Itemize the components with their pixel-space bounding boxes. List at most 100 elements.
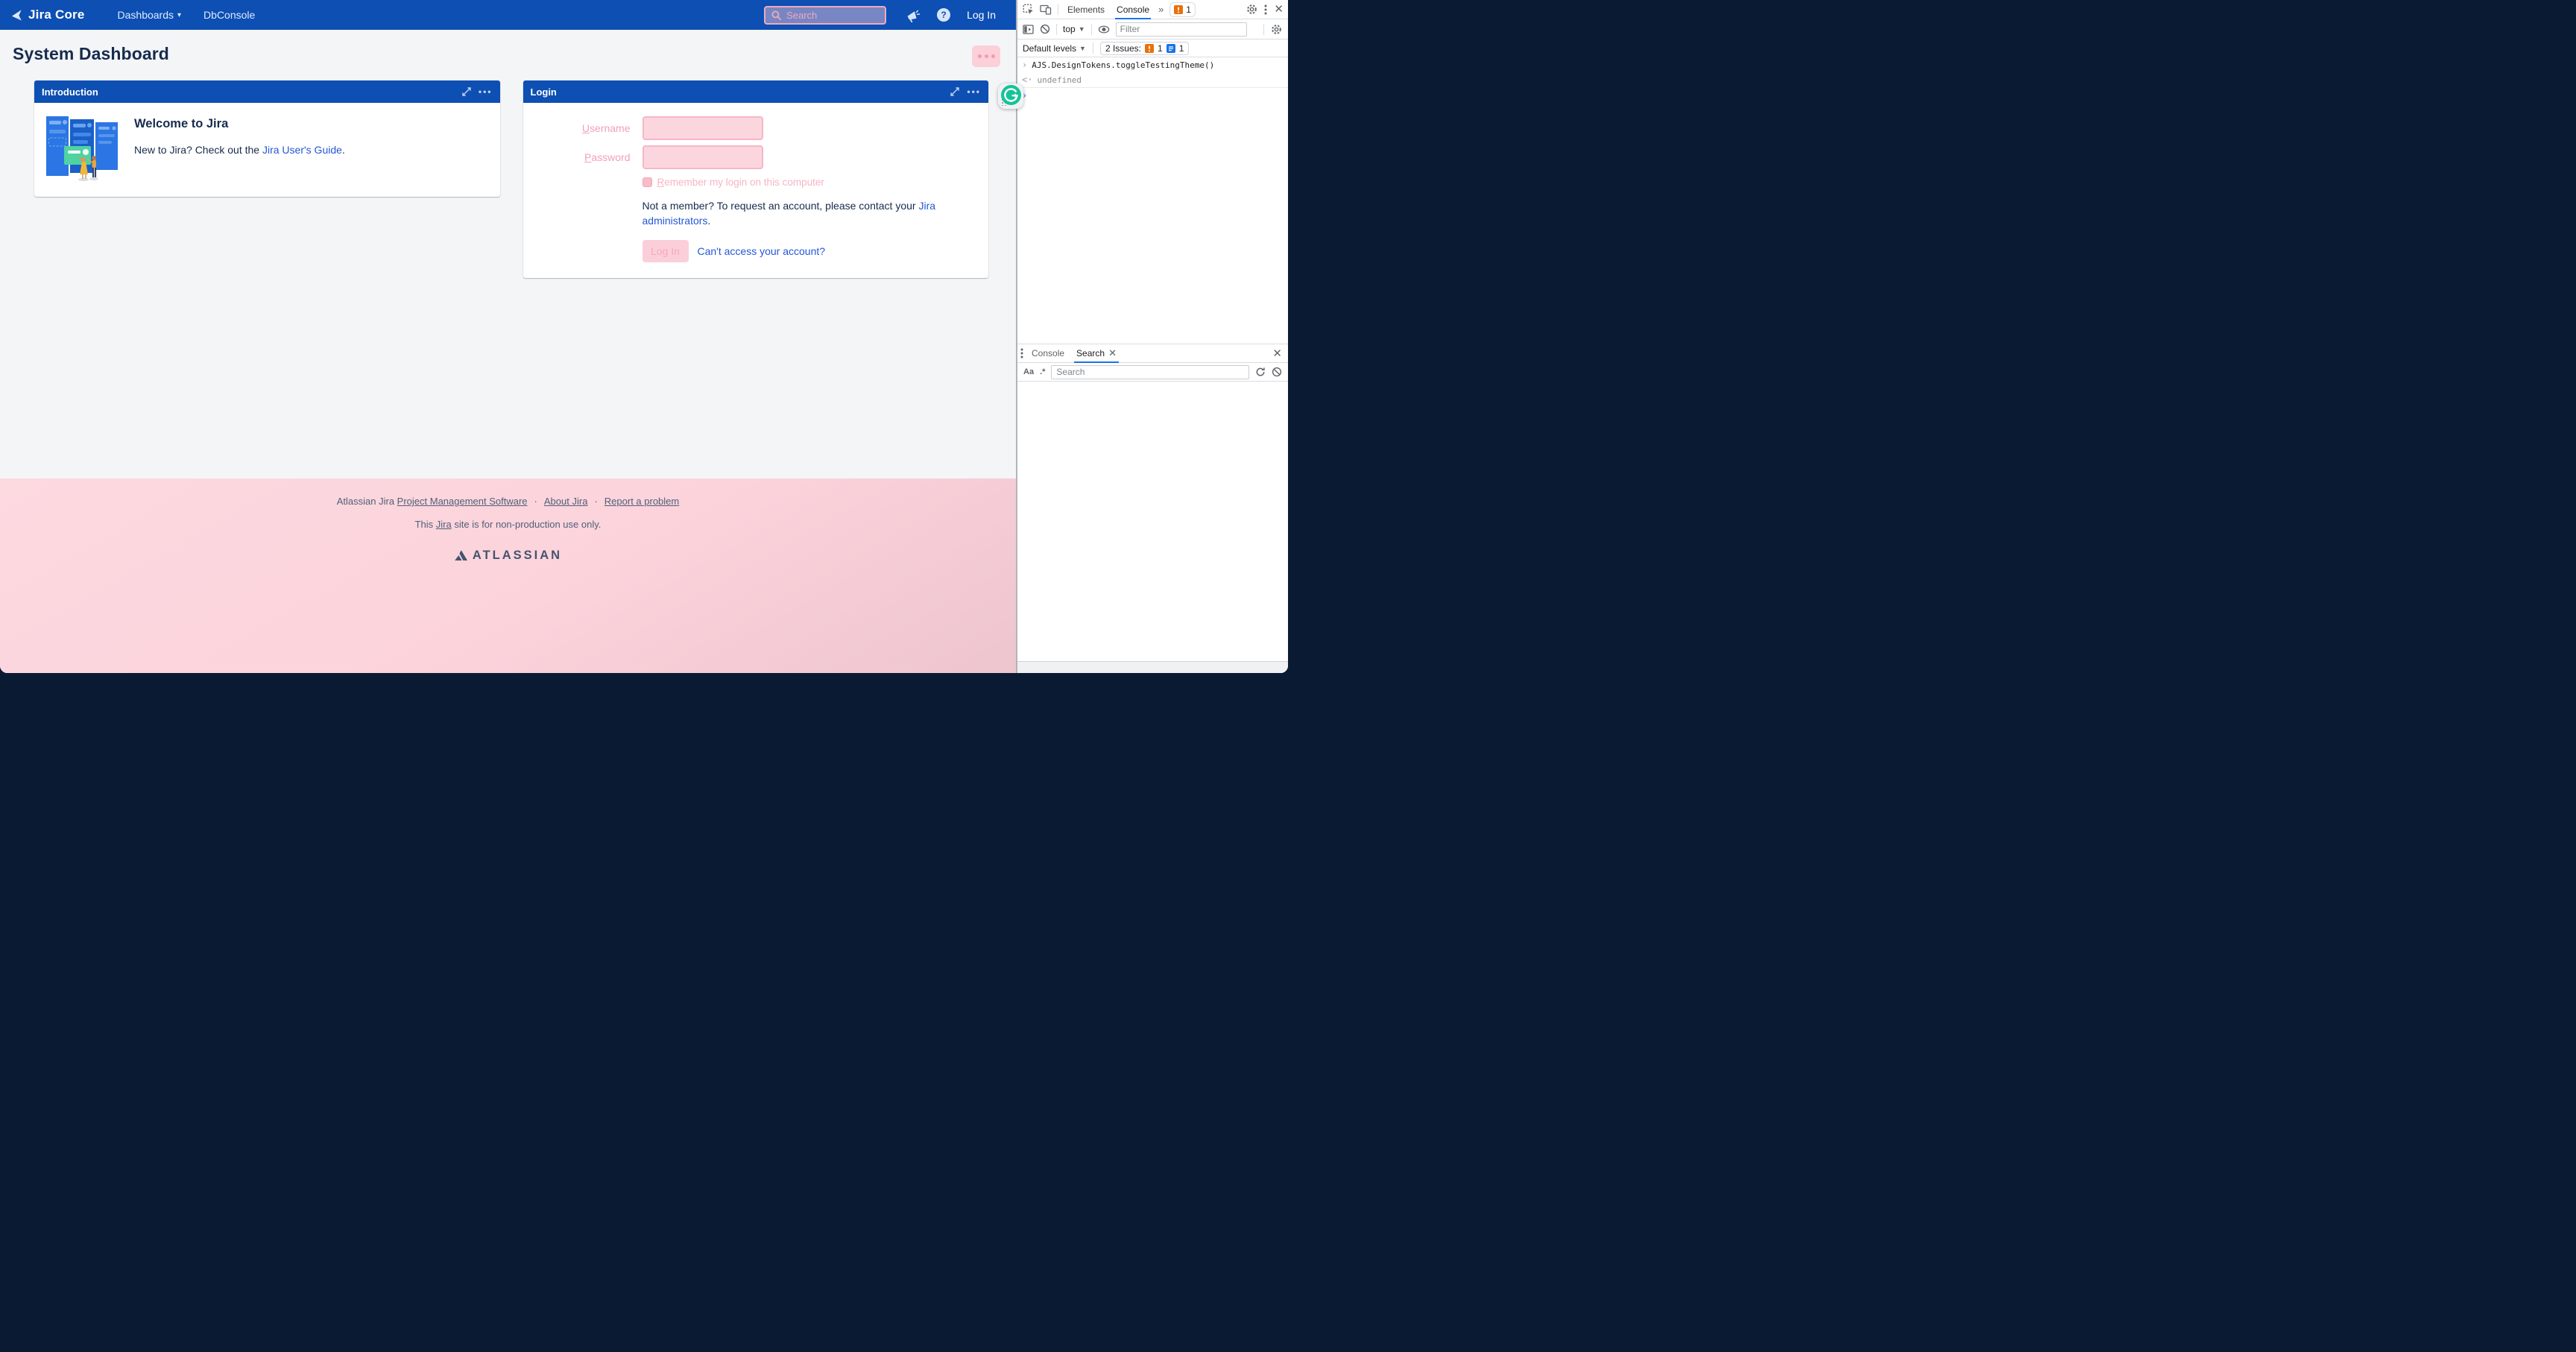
not-member-text: Not a member? To request an account, ple… (643, 199, 951, 229)
drawer-search-toolbar: Aa .* (1017, 363, 1288, 382)
footer-jira-link[interactable]: Jira (436, 519, 452, 530)
project-management-software-link[interactable]: Project Management Software (397, 496, 528, 507)
browser-window: Jira Core Dashboards ▾ DbConsole (0, 0, 1288, 673)
top-navigation: Jira Core Dashboards ▾ DbConsole (0, 0, 1016, 30)
search-icon (771, 10, 781, 20)
login-header: Login ••• (523, 80, 989, 103)
issues-counter[interactable]: 2 Issues: 1 1 (1100, 42, 1189, 55)
login-form: Username Password Remember my login on t… (523, 103, 989, 278)
introduction-gadget: Introduction ••• (34, 80, 500, 197)
console-sidebar-icon[interactable] (1023, 25, 1034, 34)
console-result-line: <· undefined (1017, 72, 1288, 88)
remember-label: Remember my login on this computer (657, 177, 824, 188)
intro-illustration (45, 113, 122, 183)
regex-toggle[interactable]: .* (1040, 367, 1045, 376)
gadget-row: Introduction ••• (34, 80, 988, 278)
jira-logo-icon (10, 9, 23, 22)
issues-warning-badge[interactable]: 1 (1169, 2, 1196, 17)
intro-paragraph: New to Jira? Check out the Jira User's G… (134, 144, 345, 156)
introduction-header: Introduction ••• (34, 80, 500, 103)
tab-elements[interactable]: Elements (1064, 0, 1108, 19)
devtools-bottom-strip (1017, 661, 1288, 673)
page-footer: Atlassian Jira Project Management Softwa… (0, 478, 1016, 673)
context-selector[interactable]: top ▼ (1063, 24, 1085, 34)
drawer-tab-console[interactable]: Console (1028, 344, 1068, 363)
intro-heading: Welcome to Jira (134, 117, 345, 131)
drawer-close-icon[interactable]: ✕ (1272, 348, 1282, 359)
drawer-search-input[interactable] (1051, 365, 1249, 379)
log-levels-dropdown[interactable]: Default levels ▼ (1023, 43, 1086, 54)
cant-access-account-link[interactable]: Can't access your account? (698, 245, 826, 257)
search-input[interactable] (786, 10, 868, 21)
live-expression-eye-icon[interactable] (1098, 25, 1110, 34)
nav-dbconsole[interactable]: DbConsole (203, 9, 255, 21)
atlassian-mark-icon (454, 549, 468, 562)
more-tabs-icon[interactable]: » (1158, 4, 1164, 15)
grammarly-badge[interactable] (998, 83, 1023, 109)
warning-issue-icon (1145, 44, 1154, 53)
match-case-toggle[interactable]: Aa (1023, 367, 1034, 376)
gadget-menu-icon[interactable]: ••• (479, 86, 493, 97)
password-input[interactable] (643, 145, 763, 169)
introduction-body: Welcome to Jira New to Jira? Check out t… (34, 103, 500, 197)
refresh-search-icon[interactable] (1255, 367, 1266, 377)
dashboard-tools-button[interactable] (972, 45, 1000, 67)
chevron-down-icon: ▼ (1079, 25, 1085, 33)
password-label: Password (523, 151, 631, 163)
drawer-menu-icon[interactable] (1020, 348, 1023, 358)
login-button[interactable]: Log In (643, 240, 689, 262)
grammarly-g-icon (1001, 85, 1021, 105)
console-settings-icon[interactable] (1271, 24, 1282, 35)
devtools-settings-icon[interactable] (1246, 4, 1257, 15)
feedback-megaphone-icon[interactable] (906, 8, 921, 22)
jira-users-guide-link[interactable]: Jira User's Guide (262, 144, 342, 156)
clear-search-icon[interactable] (1272, 367, 1282, 377)
close-tab-icon[interactable]: ✕ (1108, 347, 1117, 359)
console-command-line: › AJS.DesignTokens.toggleTestingTheme() (1017, 57, 1288, 72)
devtools-panel: Elements Console » 1 ✕ (1016, 0, 1288, 673)
console-log-area[interactable]: › AJS.DesignTokens.toggleTestingTheme() … (1017, 57, 1288, 344)
chevron-down-icon: ▾ (177, 11, 181, 19)
jira-page: Jira Core Dashboards ▾ DbConsole (0, 0, 1016, 673)
drawer-tab-search[interactable]: Search ✕ (1073, 344, 1120, 363)
atlassian-logo: ATLASSIAN (0, 549, 1016, 563)
help-icon[interactable]: ? (937, 8, 950, 22)
about-jira-link[interactable]: About Jira (544, 496, 588, 507)
footer-line2: This Jira site is for non-production use… (0, 519, 1016, 530)
clear-console-icon[interactable] (1040, 24, 1050, 34)
dashboard-main: System Dashboard Introduction (0, 30, 1016, 478)
nav-right: ? Log In (764, 6, 1016, 25)
console-filter-input[interactable] (1116, 22, 1247, 37)
nav-login-link[interactable]: Log In (967, 9, 996, 21)
drawer-results-area (1017, 382, 1288, 661)
tab-console[interactable]: Console (1114, 0, 1152, 19)
footer-line1: Atlassian Jira Project Management Softwa… (0, 496, 1016, 507)
gadget-menu-icon[interactable]: ••• (967, 86, 981, 97)
return-chevron-icon: <· (1022, 75, 1032, 85)
device-toolbar-icon[interactable] (1040, 4, 1052, 15)
report-a-problem-link[interactable]: Report a problem (604, 496, 679, 507)
username-input[interactable] (643, 116, 763, 140)
console-toolbar: top ▼ (1017, 19, 1288, 40)
nav-search-box[interactable] (764, 6, 886, 25)
drawer-tabbar: Console Search ✕ ✕ (1017, 344, 1288, 363)
remember-checkbox[interactable] (643, 177, 652, 187)
devtools-close-icon[interactable]: ✕ (1274, 4, 1284, 15)
devtools-menu-icon[interactable] (1264, 4, 1267, 15)
console-prompt[interactable]: › (1017, 88, 1288, 103)
introduction-title: Introduction (42, 86, 98, 98)
nav-dashboards[interactable]: Dashboards ▾ (118, 9, 182, 21)
expand-icon[interactable] (950, 87, 959, 96)
devtools-tabbar: Elements Console » 1 ✕ (1017, 0, 1288, 19)
inspect-element-icon[interactable] (1023, 4, 1034, 15)
page-title: System Dashboard (13, 44, 1016, 64)
devtools-drawer: Console Search ✕ ✕ Aa .* (1017, 344, 1288, 673)
app-name: Jira Core (28, 7, 85, 22)
input-chevron-icon: › (1022, 60, 1027, 70)
jira-logo[interactable]: Jira Core (10, 7, 85, 22)
info-issue-icon (1167, 44, 1175, 53)
expand-icon[interactable] (462, 87, 471, 96)
login-title: Login (531, 86, 557, 98)
atlassian-wordmark: ATLASSIAN (473, 549, 562, 563)
login-gadget: Login ••• Username (523, 80, 989, 278)
